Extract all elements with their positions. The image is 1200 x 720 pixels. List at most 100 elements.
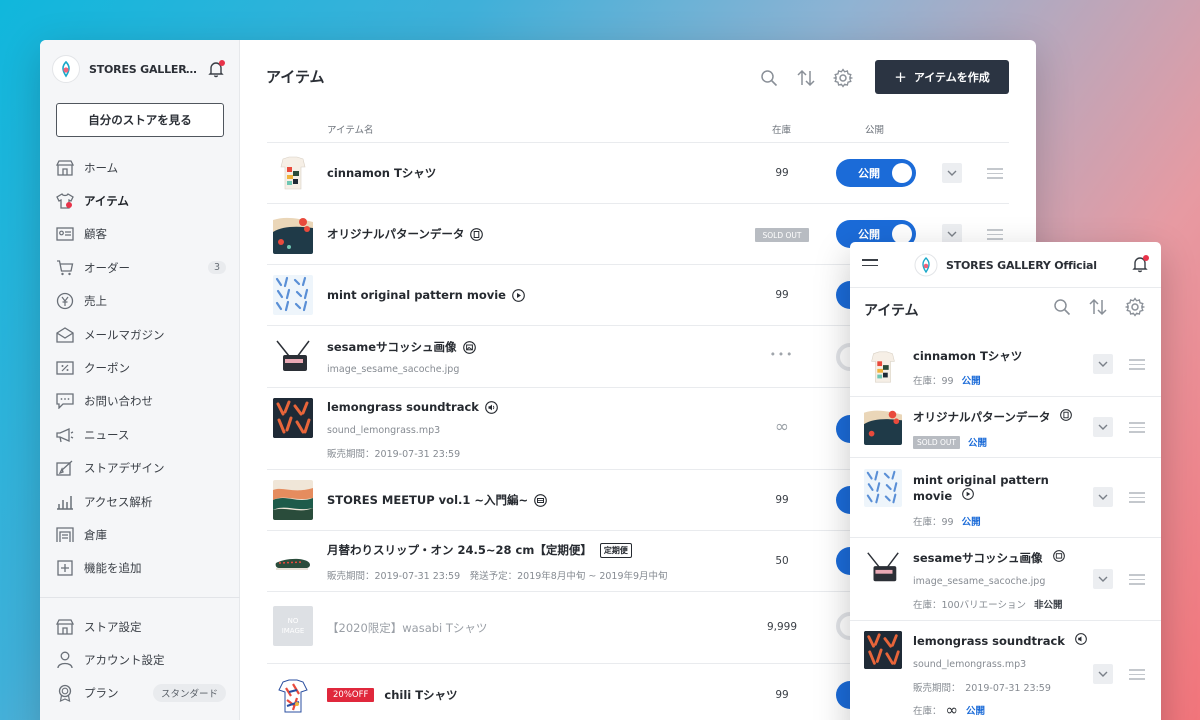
table-row[interactable]: cinnamon Tシャツ 99 公開 — [267, 143, 1009, 204]
item-name[interactable]: オリジナルパターンデータ — [913, 409, 1083, 425]
view-store-button[interactable]: 自分のストアを見る — [56, 103, 224, 137]
drag-handle-icon[interactable] — [987, 226, 1003, 243]
sidebar-item-analytics[interactable]: アクセス解析 — [40, 485, 240, 518]
item-thumbnail — [864, 407, 902, 445]
warehouse-icon — [56, 526, 74, 544]
row-menu-dropdown[interactable] — [1093, 354, 1113, 374]
gear-icon[interactable] — [832, 67, 854, 89]
yen-icon — [56, 292, 74, 310]
item-thumbnail — [864, 348, 902, 386]
store-header[interactable]: STORES GALLERY Official — [52, 54, 228, 84]
item-thumbnail — [864, 549, 902, 587]
sidebar-item-newsletter[interactable]: メールマガジン — [40, 318, 240, 351]
store-name: STORES GALLERY Official — [946, 259, 1097, 272]
list-item[interactable]: cinnamon Tシャツ 在庫：99 公開 — [850, 336, 1161, 397]
sidebar-item-coupons[interactable]: クーポン — [40, 351, 240, 384]
item-name[interactable]: STORES MEETUP vol.1 ~入門編~ — [327, 492, 548, 508]
audio-icon — [485, 400, 498, 414]
hamburger-menu-icon[interactable] — [862, 259, 878, 270]
sidebar-divider — [40, 597, 240, 598]
sort-icon[interactable] — [795, 67, 817, 89]
item-name[interactable]: cinnamon Tシャツ — [913, 348, 1083, 364]
sidebar-item-add-feature[interactable]: 機能を追加 — [40, 552, 240, 585]
create-item-button[interactable]: + アイテムを作成 — [875, 60, 1009, 94]
sidebar-item-news[interactable]: ニュース — [40, 418, 240, 451]
gear-icon[interactable] — [1125, 297, 1145, 317]
row-menu-dropdown[interactable] — [1093, 487, 1113, 507]
item-name[interactable]: cinnamon Tシャツ — [327, 165, 436, 181]
item-name[interactable]: sesameサコッシュ画像 — [913, 550, 1083, 566]
sidebar-item-items[interactable]: アイテム — [40, 184, 240, 217]
item-name[interactable]: 20%OFF chili Tシャツ — [327, 687, 458, 703]
item-thumbnail — [273, 275, 313, 315]
drag-handle-icon[interactable] — [987, 165, 1003, 182]
sidebar-item-sales[interactable]: 売上 — [40, 285, 240, 318]
row-menu-dropdown[interactable] — [1093, 664, 1113, 684]
person-icon — [56, 651, 74, 669]
sidebar-item-plan[interactable]: プラン スタンダード — [40, 677, 240, 710]
item-name[interactable]: lemongrass soundtrack — [913, 633, 1113, 649]
notification-bell-icon[interactable] — [1131, 255, 1149, 273]
item-name[interactable]: sesameサコッシュ画像 — [327, 339, 476, 355]
drag-handle-icon[interactable] — [1129, 419, 1145, 436]
list-item[interactable]: sesameサコッシュ画像 image_sesame_sacoche.jpg 在… — [850, 538, 1161, 621]
discount-badge: 20%OFF — [327, 688, 375, 702]
drag-handle-icon[interactable] — [1129, 489, 1145, 506]
sold-out-badge: SOLD OUT — [913, 435, 960, 449]
column-header-publish: 公開 — [865, 125, 885, 136]
sort-icon[interactable] — [1088, 297, 1108, 317]
item-name-text: lemongrass soundtrack — [327, 400, 479, 414]
item-name-text: mint original pattern movie — [327, 288, 506, 302]
sidebar-item-label: アカウント設定 — [84, 653, 165, 668]
sidebar-item-label: メールマガジン — [84, 327, 165, 342]
sidebar-item-home[interactable]: ホーム — [40, 151, 240, 184]
drag-handle-icon[interactable] — [1129, 356, 1145, 373]
item-name[interactable]: mint original pattern movie — [913, 472, 1053, 504]
item-name[interactable]: 【2020限定】wasabi Tシャツ — [327, 620, 487, 636]
item-stock: 在庫：99 — [913, 376, 954, 387]
item-name[interactable]: lemongrass soundtrack — [327, 400, 498, 414]
search-icon[interactable] — [1052, 297, 1072, 317]
sidebar-item-warehouse[interactable]: 倉庫 — [40, 518, 240, 551]
search-icon[interactable] — [758, 67, 780, 89]
row-menu-dropdown[interactable] — [942, 163, 962, 183]
id-card-icon — [56, 225, 74, 243]
row-menu-dropdown[interactable] — [1093, 569, 1113, 589]
row-menu-dropdown[interactable] — [1093, 417, 1113, 437]
item-stock-variations: ••• — [769, 349, 795, 361]
publish-toggle[interactable]: 公開 — [836, 159, 916, 187]
publish-status: 公開 — [961, 376, 981, 387]
sale-period: 販売期間： 2019-07-31 23:59 — [913, 683, 1051, 694]
item-name[interactable]: mint original pattern movie — [327, 288, 525, 302]
sidebar-item-label: 顧客 — [84, 227, 107, 242]
no-image-placeholder: NO IMAGE — [273, 606, 313, 646]
drag-handle-icon[interactable] — [1129, 571, 1145, 588]
sidebar-item-inquiries[interactable]: お問い合わせ — [40, 385, 240, 418]
sidebar-item-store-settings[interactable]: ストア設定 — [40, 610, 240, 643]
sold-out-badge: SOLD OUT — [755, 228, 809, 242]
item-name-text: sesameサコッシュ画像 — [913, 551, 1043, 565]
drag-handle-icon[interactable] — [1129, 666, 1145, 683]
row-menu-dropdown[interactable] — [942, 224, 962, 244]
item-name[interactable]: オリジナルパターンデータ — [327, 226, 484, 242]
sidebar-nav: ホーム アイテム 顧客 オーダー 3 売上 メールマガジン クーポン お問い合わ… — [40, 151, 240, 585]
list-item[interactable]: オリジナルパターンデータ SOLD OUT 公開 — [850, 397, 1161, 458]
store-logo — [914, 253, 938, 277]
list-item[interactable]: mint original pattern movie 在庫：99 公開 — [850, 458, 1161, 538]
sidebar-item-customers[interactable]: 顧客 — [40, 218, 240, 251]
sidebar-item-label: ストア設定 — [84, 619, 142, 634]
sale-period: 販売期間：2019-07-31 23:59 — [327, 449, 461, 460]
item-filename: sound_lemongrass.mp3 — [327, 425, 441, 436]
sidebar-item-account-settings[interactable]: アカウント設定 — [40, 643, 240, 676]
plus-icon: + — [894, 68, 907, 86]
chat-icon — [56, 392, 74, 410]
sidebar-item-orders[interactable]: オーダー 3 — [40, 251, 240, 284]
list-item[interactable]: lemongrass soundtrack sound_lemongrass.m… — [850, 621, 1161, 720]
item-thumbnail — [273, 337, 313, 377]
item-thumbnail — [864, 469, 902, 507]
notification-bell-icon[interactable] — [207, 60, 225, 78]
item-name[interactable]: 月替わりスリップ・オン 24.5~28 cm【定期便】 定期便 — [327, 542, 632, 558]
subscription-tag: 定期便 — [599, 542, 632, 558]
item-thumbnail — [273, 214, 313, 254]
sidebar-item-store-design[interactable]: ストアデザイン — [40, 452, 240, 485]
